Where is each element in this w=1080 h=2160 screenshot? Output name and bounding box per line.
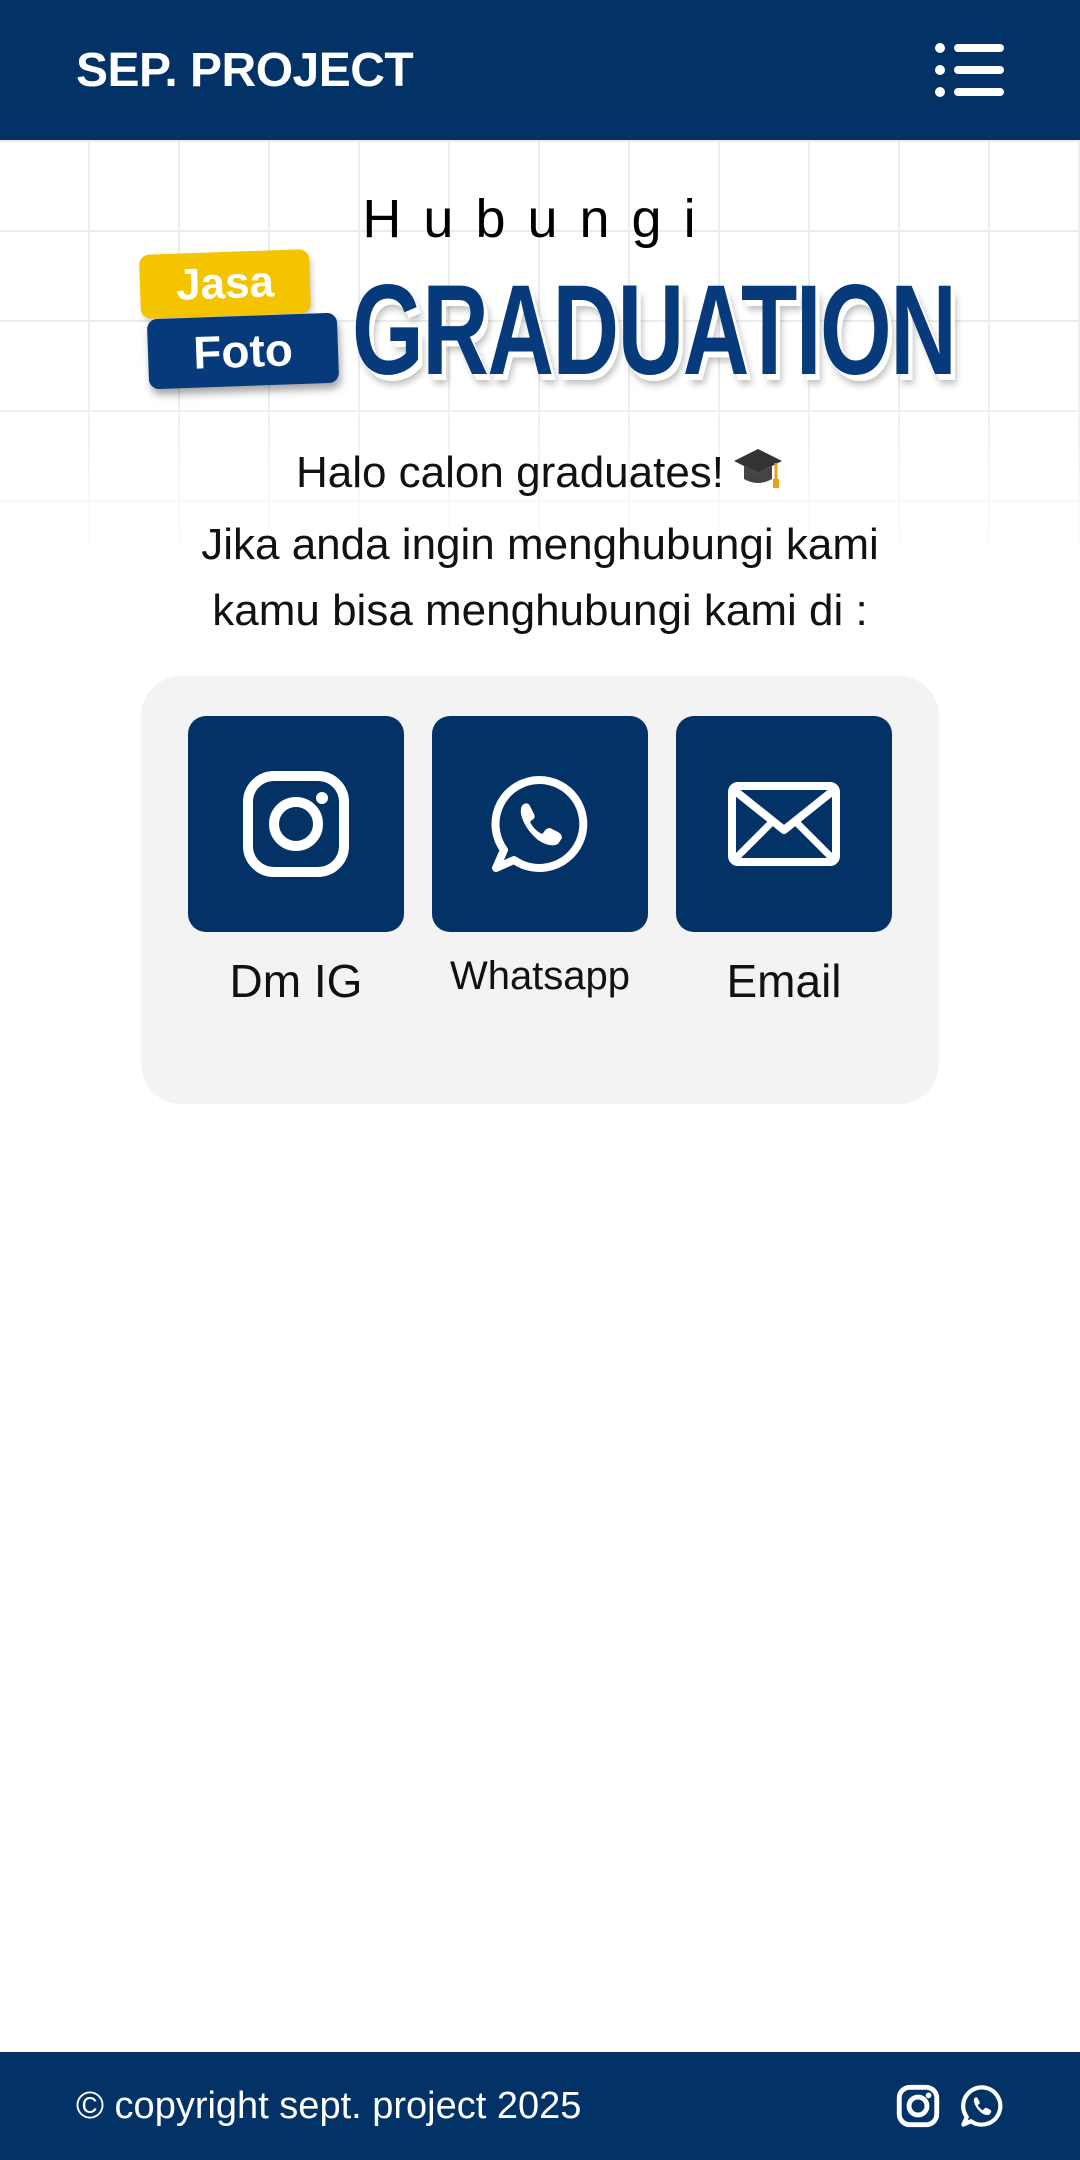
intro-line-3: kamu bisa menghubungi kami di :	[212, 586, 868, 635]
contact-label-whatsapp: Whatsapp	[449, 954, 631, 998]
intro-line-1: Halo calon graduates!	[0, 440, 1080, 512]
list-menu-icon	[935, 43, 1004, 97]
brand-logo-text[interactable]: SEP. PROJECT	[76, 43, 414, 98]
whatsapp-button[interactable]	[432, 716, 648, 932]
copyright-text: © copyright sept. project 2025	[76, 2084, 582, 2127]
contact-card: Dm IG Whatsapp Email	[141, 676, 939, 1104]
intro-text: Halo calon graduates! Jika anda ingin me…	[0, 440, 1080, 644]
envelope-icon	[728, 782, 840, 866]
instagram-icon	[243, 771, 349, 877]
menu-button[interactable]	[934, 42, 1004, 98]
whatsapp-icon	[961, 2085, 1003, 2127]
contact-email[interactable]: Email	[676, 716, 892, 1008]
tag-foto: Foto	[146, 312, 340, 390]
footer-whatsapp-link[interactable]	[960, 2084, 1004, 2128]
hero-kicker: Hubungi	[362, 189, 718, 249]
hero-title: GRADUATION	[352, 259, 957, 402]
contact-label-email: Email	[726, 955, 842, 1007]
contact-whatsapp[interactable]: Whatsapp	[432, 716, 648, 999]
instagram-icon	[896, 2084, 940, 2128]
intro-line-2: Jika anda ingin menghubungi kami	[201, 520, 879, 569]
footer: © copyright sept. project 2025	[0, 2052, 1080, 2160]
email-button[interactable]	[676, 716, 892, 932]
whatsapp-icon	[491, 775, 588, 872]
contact-label-ig: Dm IG	[229, 955, 363, 1007]
footer-instagram-link[interactable]	[896, 2084, 940, 2128]
contact-instagram[interactable]: Dm IG	[188, 716, 404, 1008]
graduation-cap-icon	[732, 445, 784, 512]
footer-social-icons	[896, 2084, 1004, 2128]
instagram-button[interactable]	[188, 716, 404, 932]
top-navbar: SEP. PROJECT	[0, 0, 1080, 140]
tag-jasa: Jasa	[138, 249, 312, 319]
